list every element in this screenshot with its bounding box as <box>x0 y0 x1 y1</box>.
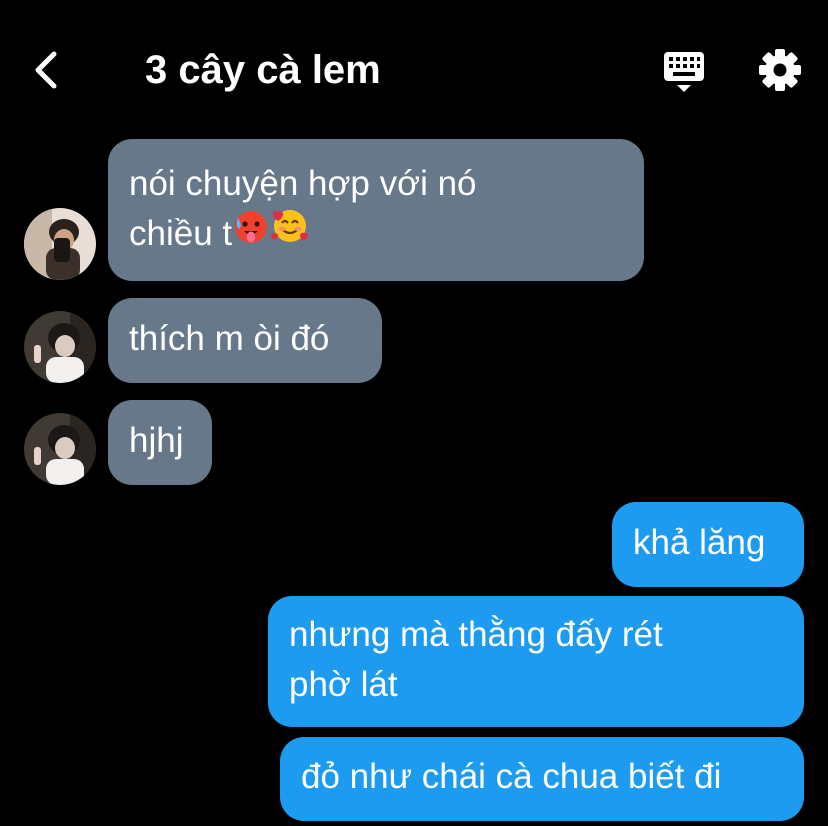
message-bubble-outgoing[interactable]: đỏ như chái cà chua biết đi <box>280 737 804 821</box>
avatar-photo <box>24 208 96 280</box>
conversation-title: 3 cây cà lem <box>145 48 381 92</box>
message-bubble-outgoing[interactable]: khả lăng <box>612 502 804 587</box>
smiling-face-with-hearts-emoji <box>270 207 310 259</box>
gear-icon <box>759 49 801 91</box>
message-text: hjhj <box>129 421 184 460</box>
message-text: khả lăng <box>633 523 766 562</box>
message-bubble-incoming[interactable]: nói chuyện hợp với nó chiều t <box>108 139 644 281</box>
avatar-photo <box>24 413 96 485</box>
hot-face-emoji <box>232 207 270 259</box>
message-bubble-incoming[interactable]: thích m òi đó <box>108 298 382 383</box>
message-text: đỏ như chái cà chua biết đi <box>301 757 722 796</box>
message-text: thích m òi đó <box>129 319 330 358</box>
keyboard-button[interactable] <box>658 48 710 96</box>
message-bubble-outgoing[interactable]: nhưng mà thằng đấy rét phờ lát <box>268 596 804 727</box>
back-button[interactable] <box>22 44 70 96</box>
sender-avatar[interactable] <box>24 311 96 383</box>
message-text: chiều t <box>129 214 233 253</box>
conversation-header: 3 cây cà lem <box>0 0 828 140</box>
message-text: nhưng mà thằng đấy rét <box>289 615 663 654</box>
message-bubble-incoming[interactable]: hjhj <box>108 400 212 485</box>
settings-button[interactable] <box>756 46 804 94</box>
chevron-left-icon <box>35 51 57 89</box>
keyboard-icon <box>664 52 704 92</box>
sender-avatar[interactable] <box>24 413 96 485</box>
message-text: phờ lát <box>289 665 398 704</box>
message-text: nói chuyện hợp với nó <box>129 164 477 203</box>
avatar-photo <box>24 311 96 383</box>
sender-avatar[interactable] <box>24 208 96 280</box>
message-text-line: chiều t <box>129 209 624 259</box>
